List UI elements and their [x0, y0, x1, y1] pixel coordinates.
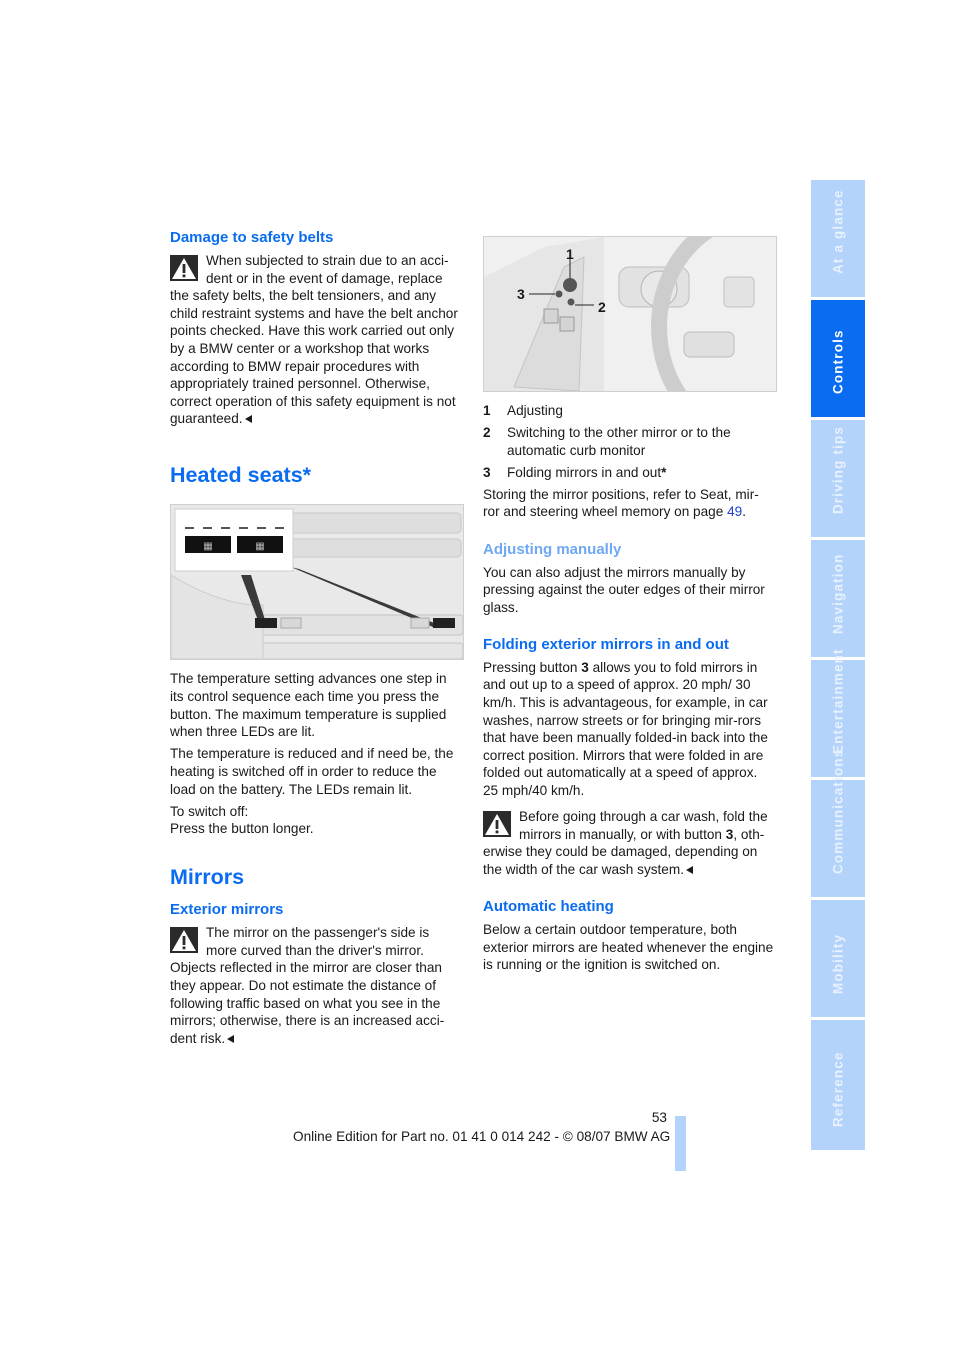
page-49-link[interactable]: 49: [727, 504, 742, 519]
tab-navigation[interactable]: Navigation: [811, 540, 865, 657]
mirror-controls-figure: 1 2 3: [483, 236, 777, 392]
legend-item: 3 Folding mirrors in and out*: [483, 464, 667, 480]
carwash-warning: Before going through a car wash, fold th…: [483, 809, 768, 877]
automatic-heating-heading: Automatic heating: [483, 897, 614, 915]
tab-reference[interactable]: Reference: [811, 1020, 865, 1150]
tab-mobility[interactable]: Mobility: [811, 900, 865, 1017]
switch-off-label: To switch off:: [170, 803, 249, 819]
left-column: Damage to safety belts When subjected to…: [170, 228, 464, 1052]
end-marker-icon: [685, 865, 693, 874]
warning-icon: [170, 927, 198, 954]
damage-warning-text: When subjected to strain due to an acci-…: [170, 253, 458, 427]
damage-heading: Damage to safety belts: [170, 229, 334, 246]
svg-text:▦: ▦: [203, 541, 212, 552]
heated-seats-title: Heated seats*: [170, 463, 312, 488]
callout-1: 1: [566, 246, 574, 262]
footer-marker-bar: [675, 1116, 686, 1171]
switch-off-text: Press the button longer.: [170, 821, 314, 837]
heated-para-1: The temperature setting advances one ste…: [170, 671, 447, 740]
adjusting-manually-heading: Adjusting manually: [483, 540, 622, 558]
heated-seats-figure: ▦ ▦: [170, 504, 464, 661]
callout-3: 3: [517, 286, 525, 302]
mirrors-title: Mirrors: [170, 865, 245, 890]
exterior-mirrors-heading: Exterior mirrors: [170, 901, 284, 919]
edition-text: Online Edition for Part no. 01 41 0 014 …: [293, 1129, 671, 1144]
warning-icon: [170, 255, 198, 281]
callout-2: 2: [598, 299, 606, 315]
folding-text: Pressing button 3 allows you to fold mir…: [483, 659, 768, 798]
heating-text: Below a certain outdoor temperature, bot…: [483, 921, 774, 973]
exterior-warning-text: The mirror on the passenger's side is mo…: [170, 925, 445, 1046]
svg-text:▦: ▦: [255, 541, 264, 552]
page-number: 53: [651, 1110, 667, 1125]
tab-communications[interactable]: Communications: [811, 749, 865, 897]
exterior-warning: The mirror on the passenger's side is mo…: [170, 924, 462, 1047]
legend-item: 2 Switching to the other mirror or to th…: [483, 425, 731, 458]
warning-icon: [483, 811, 511, 838]
legend-item: 1 Adjusting: [483, 403, 563, 418]
tab-controls[interactable]: Controls: [811, 300, 865, 417]
adjusting-text: You can also adjust the mirrors manually…: [483, 564, 765, 615]
heated-para-2: The temperature is reduced and if need b…: [170, 746, 454, 797]
end-marker-icon: [244, 415, 252, 424]
storing-text: Storing the mirror positions, refer to S…: [483, 486, 759, 520]
end-marker-icon: [227, 1034, 235, 1043]
tab-driving-tips[interactable]: Driving tips: [811, 420, 865, 537]
damage-warning: When subjected to strain due to an acci-…: [170, 252, 462, 428]
right-column: 1 2 3 1 Adjusting 2 Switching to the oth…: [483, 236, 777, 978]
tab-at-a-glance[interactable]: At a glance: [811, 180, 865, 297]
folding-heading: Folding exterior mirrors in and out: [483, 635, 729, 653]
chapter-tabs: At a glance Controls Driving tips Naviga…: [811, 180, 865, 1153]
